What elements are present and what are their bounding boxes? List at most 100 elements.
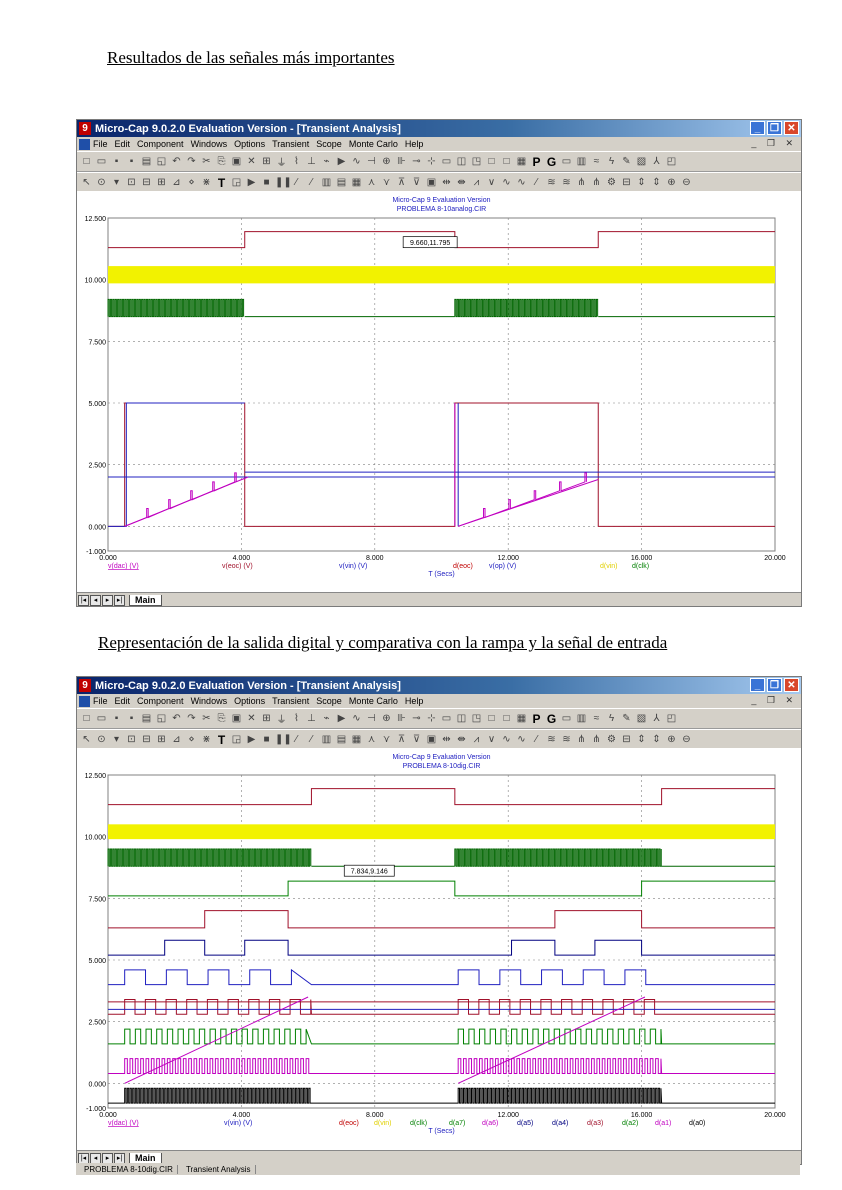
peak-icon[interactable]: ⋏ (365, 177, 378, 188)
wave4-icon[interactable]: ≋ (545, 177, 558, 188)
redo-icon[interactable]: ↷ (185, 156, 198, 167)
valley-icon[interactable]: ⋎ (380, 177, 393, 188)
tree-icon[interactable]: ⋔ (590, 177, 603, 188)
toolbar-g-button[interactable]: G (545, 155, 558, 169)
table-icon[interactable]: ▤ (335, 734, 348, 745)
document-icon[interactable] (79, 695, 90, 707)
window2-icon[interactable]: □ (500, 713, 513, 724)
menu-options[interactable]: Options (234, 696, 265, 706)
tab-prev-icon[interactable]: ◂ (90, 1152, 101, 1164)
v-icon[interactable]: ∨ (485, 177, 498, 188)
menu-file[interactable]: File (93, 139, 108, 149)
tag3-icon[interactable]: ⋇ (200, 177, 213, 188)
tab-prev-icon[interactable]: ◂ (90, 594, 101, 606)
component-icon[interactable]: ⊞ (260, 156, 273, 167)
table-icon[interactable]: ▤ (335, 177, 348, 188)
tag-icon[interactable]: ⊿ (170, 734, 183, 745)
move-right-icon[interactable]: ⇼ (455, 177, 468, 188)
title-bar[interactable]: 9 Micro-Cap 9.0.2.0 Evaluation Version -… (77, 120, 801, 137)
tag3-icon[interactable]: ⋇ (200, 734, 213, 745)
dialog-icon[interactable]: ◰ (665, 156, 678, 167)
wave3-icon[interactable]: ∿ (515, 177, 528, 188)
redo-icon[interactable]: ↷ (185, 713, 198, 724)
tab-main[interactable]: Main (129, 594, 162, 606)
window2-icon[interactable]: □ (500, 156, 513, 167)
capacitor-icon[interactable]: ⊥ (305, 713, 318, 724)
save-icon[interactable]: ▪ (110, 713, 123, 724)
wave-icon[interactable]: ≈ (590, 156, 603, 167)
slope-icon[interactable]: ⩘ (470, 734, 483, 745)
tab-next-icon[interactable]: ▸ (102, 594, 113, 606)
mdi-controls-icon[interactable]: _ ❐ ✕ (751, 138, 797, 149)
run-icon[interactable]: ▶ (245, 734, 258, 745)
cascade-icon[interactable]: ◳ (470, 156, 483, 167)
move-right-icon[interactable]: ⇼ (455, 734, 468, 745)
title-bar[interactable]: 9 Micro-Cap 9.0.2.0 Evaluation Version -… (77, 677, 801, 694)
bolt-icon[interactable]: ϟ (605, 713, 618, 724)
bolt-icon[interactable]: ϟ (605, 156, 618, 167)
wave2-icon[interactable]: ∿ (500, 734, 513, 745)
wave5-icon[interactable]: ≋ (560, 177, 573, 188)
wave4-icon[interactable]: ≋ (545, 734, 558, 745)
battery-icon[interactable]: ⊪ (395, 713, 408, 724)
text-tool-icon[interactable]: T (215, 176, 228, 190)
chart-digital[interactable]: Micro-Cap 9 Evaluation Version PROBLEMA 8… (77, 748, 801, 1150)
image-icon[interactable]: ▣ (425, 734, 438, 745)
dialog-icon[interactable]: ◰ (665, 713, 678, 724)
paste-icon[interactable]: ▣ (230, 713, 243, 724)
diag-icon[interactable]: ⁄ (530, 177, 543, 188)
tab-last-icon[interactable]: ▸| (114, 594, 125, 606)
tag2-icon[interactable]: ⋄ (185, 177, 198, 188)
low-icon[interactable]: ⊽ (410, 734, 423, 745)
tile-vertical-icon[interactable]: ◫ (455, 156, 468, 167)
wave2-icon[interactable]: ∿ (500, 177, 513, 188)
resistor-icon[interactable]: ⌁ (320, 156, 333, 167)
scope-icon[interactable]: ⊟ (140, 177, 153, 188)
tag2-icon[interactable]: ⋄ (185, 734, 198, 745)
dropdown-icon[interactable]: ▾ (110, 734, 123, 745)
line2-icon[interactable]: ⁄ (305, 177, 318, 188)
stop-icon[interactable]: ■ (260, 177, 273, 188)
menu-help[interactable]: Help (405, 696, 424, 706)
grid-icon[interactable]: ▥ (575, 713, 588, 724)
menu-windows[interactable]: Windows (191, 696, 228, 706)
document-icon[interactable] (79, 138, 90, 150)
text-box-icon[interactable]: ▭ (560, 156, 573, 167)
tag-icon[interactable]: ⊿ (170, 177, 183, 188)
delete-icon[interactable]: ✕ (245, 156, 258, 167)
close-icon[interactable]: ✕ (784, 121, 799, 135)
plot-area-digital[interactable]: Micro-Cap 9 Evaluation Version PROBLEMA 8… (77, 748, 801, 1150)
open-icon[interactable]: ▭ (95, 713, 108, 724)
inductor-icon[interactable]: ∿ (350, 713, 363, 724)
table2-icon[interactable]: ▦ (350, 734, 363, 745)
delete-icon[interactable]: ✕ (245, 713, 258, 724)
inductor-icon[interactable]: ∿ (350, 156, 363, 167)
legend-icon[interactable]: ⊞ (155, 177, 168, 188)
maximize-icon[interactable]: ❐ (767, 678, 782, 692)
maximize-icon[interactable]: ❐ (767, 121, 782, 135)
run-icon[interactable]: ▶ (245, 177, 258, 188)
high-icon[interactable]: ⊼ (395, 177, 408, 188)
scale-icon[interactable]: ⇕ (635, 177, 648, 188)
ground-icon[interactable]: ⏚ (275, 711, 288, 726)
menu-component[interactable]: Component (137, 696, 184, 706)
tile-vertical-icon[interactable]: ◫ (455, 713, 468, 724)
pen-icon[interactable]: ✎ (620, 156, 633, 167)
move-left-icon[interactable]: ⇹ (440, 177, 453, 188)
tab-first-icon[interactable]: |◂ (78, 594, 89, 606)
v-icon[interactable]: ∨ (485, 734, 498, 745)
source-icon[interactable]: ⊕ (380, 713, 393, 724)
settings-icon[interactable]: ⚙ (605, 734, 618, 745)
scope-icon[interactable]: ⊟ (140, 734, 153, 745)
switch-icon[interactable]: ⊸ (410, 713, 423, 724)
mdi-controls-icon[interactable]: _ ❐ ✕ (751, 695, 797, 706)
cursor-icon[interactable]: ↖ (80, 177, 93, 188)
menu-scope[interactable]: Scope (316, 696, 342, 706)
calc-icon[interactable]: ▦ (515, 156, 528, 167)
new-icon[interactable]: □ (80, 713, 93, 724)
pause-icon[interactable]: ❚❚ (275, 177, 292, 188)
save-all-icon[interactable]: ▪ (125, 713, 138, 724)
cursor-icon[interactable]: ↖ (80, 734, 93, 745)
valley-icon[interactable]: ⋎ (380, 734, 393, 745)
slope-icon[interactable]: ⩘ (470, 177, 483, 188)
